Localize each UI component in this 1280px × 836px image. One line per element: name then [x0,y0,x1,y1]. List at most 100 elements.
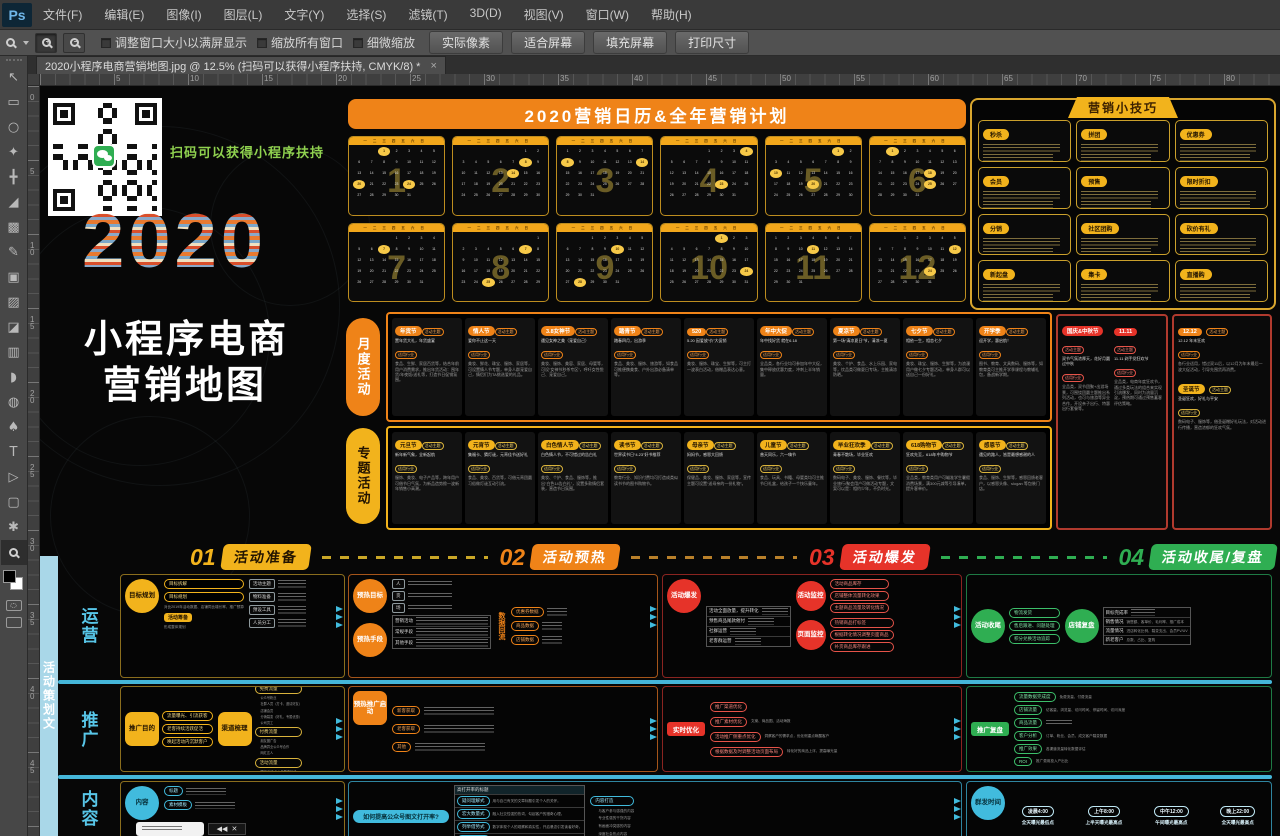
screen-mode-icon[interactable] [6,617,22,628]
hand-tool[interactable]: ✱ [1,515,27,540]
content-node: 内容 [125,786,159,820]
tool-preset-caret-icon[interactable] [23,41,29,45]
warm-means-node: 预热手段 [353,623,387,657]
scan-caption: 扫码可以获得小程序扶持 [170,142,324,161]
menu-item[interactable]: 图层(L) [213,0,274,29]
option-button[interactable]: 填充屏幕 [593,31,667,54]
promo-review-node: 推广复盘 [971,722,1009,736]
lasso-icon: ○ [8,121,19,134]
checkbox-icon[interactable] [257,38,267,48]
marquee-tool[interactable]: ▭ [1,90,27,115]
calendar-month: 一二三四五六日112345678910111213141516171819202… [348,136,445,216]
quick-mask-icon[interactable] [6,600,22,611]
weekday-header: 一二三四五六日 [766,137,861,145]
photoshop-window: Ps 文件(F)编辑(E)图像(I)图层(L)文字(Y)选择(S)滤镜(T)3D… [0,0,1280,836]
festival-card: 情人节活动主题爱你不止这一天适用行业美妆、鲜花、珠宝、服饰、家居等，可设置情人节… [465,318,535,416]
menu-item[interactable]: 图像(I) [155,0,212,29]
option-checkbox[interactable]: 缩放所有窗口 [257,34,343,51]
menu-item[interactable]: 滤镜(T) [397,0,458,29]
document-tab[interactable]: 2020小程序电商营销地图.jpg @ 12.5% (扫码可以获得小程序扶持, … [36,56,446,74]
menu-item[interactable]: 选择(S) [335,0,397,29]
crop-tool[interactable]: ╋ [1,165,27,190]
festival-card: 踏青节活动主题踏春四月，出游季适用行业食品、美妆、服饰、旅游等，如食品可推便携美… [611,318,681,416]
history-brush-tool[interactable]: ▨ [1,290,27,315]
phase-02: 02活动预热 [500,544,620,571]
prep-box: 预设工具 [249,605,275,615]
photoshop-logo-icon: Ps [2,3,32,27]
menu-bar: Ps 文件(F)编辑(E)图像(I)图层(L)文字(Y)选择(S)滤镜(T)3D… [0,0,1280,30]
weekday-header: 一二三四五六日 [453,224,548,232]
flow-arrows-icon [336,606,343,628]
path-selection-icon: ▷ [9,471,19,484]
option-button[interactable]: 打印尺寸 [675,31,749,54]
tips-panel: 营销小技巧 秒杀拼团优惠券会员预售限时折扣分销社区团购砍价有礼新起盘集卡直播购 [970,98,1276,310]
option-button[interactable]: 实际像素 [429,31,503,54]
weekday-header: 一二三四五六日 [766,224,861,232]
tip-card: 限时折扣 [1175,167,1268,209]
panel-grip-icon[interactable] [6,59,22,63]
menu-item[interactable]: 文字(Y) [273,0,335,29]
menu-item[interactable]: 帮助(H) [640,0,703,29]
eraser-icon: ◪ [7,321,19,334]
tip-card: 砍价有礼 [1175,214,1268,256]
eyedropper-tool[interactable]: ◢ [1,190,27,215]
calendar-month: 一二三四五六日712345678910111213141516171819202… [348,223,445,303]
move-tool[interactable]: ↖ [1,65,27,90]
brush-tool[interactable]: ✎ [1,240,27,265]
menu-item[interactable]: 文件(F) [32,0,93,29]
phase-badge: 活动预热 [529,544,621,570]
card-title: 国庆&中秋节 [1062,326,1103,336]
color-swatches[interactable] [1,568,27,594]
zoom-out-button[interactable]: − [63,33,85,53]
card-title: 开学季 [979,326,1006,336]
menu-item[interactable]: 窗口(W) [575,0,640,29]
path-selection-tool[interactable]: ▷ [1,465,27,490]
december-highlight-box: 12.12 活动主题 12.12 年末狂欢 适用行业 各行业适用，错过双11后，… [1172,314,1272,530]
gradient-tool[interactable]: ▥ [1,340,27,365]
dodge-tool[interactable]: ◍ [1,390,27,415]
monthly-band-label: 月度活动 [346,318,380,416]
tip-card: 秒杀 [978,120,1071,162]
festival-card: 元旦节活动主题新年新气象，全新起航适用行业服饰、美妆、电子产品等，跨年用户可借节… [392,432,462,524]
special-band: 元旦节活动主题新年新气象，全新起航适用行业服饰、美妆、电子产品等，跨年用户可借节… [386,426,1052,530]
shape-tool[interactable]: ▢ [1,490,27,515]
healing-brush-tool[interactable]: ▩ [1,215,27,240]
tip-label: 直播购 [1180,269,1212,280]
goal-pill: 目标拆解 [164,579,244,589]
menu-item[interactable]: 编辑(E) [93,0,155,29]
type-tool[interactable]: T [1,440,27,465]
ops-review-cell: 活动收尾物流发货售后跟进、问题处理积分兑换活动追踪店铺复盘目标完成率销售情况销售… [966,574,1272,678]
zoom-in-button[interactable]: + [35,33,57,53]
tip-card: 优惠券 [1175,120,1268,162]
tips-grid: 秒杀拼团优惠券会员预售限时折扣分销社区团购砍价有礼新起盘集卡直播购 [978,120,1268,302]
option-checkbox[interactable]: 细微缩放 [353,34,415,51]
partial-controls: ◀◀✕ [208,823,246,835]
menu-item[interactable]: 3D(D) [459,0,513,29]
lasso-tool[interactable]: ○ [1,115,27,140]
card-title: 踏青节 [614,326,641,336]
checkbox-icon[interactable] [101,38,111,48]
tip-label: 预售 [1081,176,1107,187]
checkbox-icon[interactable] [353,38,363,48]
zoom-tool[interactable] [1,540,27,565]
content-timing-cell: 群发时间凌晨4:00全天曝光最低点上午8:00上半天曝光最高点中午12:00午间… [966,781,1272,836]
quick-selection-icon: ✦ [8,146,19,159]
tip-card: 分销 [978,214,1071,256]
tab-close-icon[interactable]: × [430,60,436,72]
eraser-tool[interactable]: ◪ [1,315,27,340]
quick-selection-tool[interactable]: ✦ [1,140,27,165]
page-monitor-node: 页面监控 [796,620,826,650]
option-button[interactable]: 适合屏幕 [511,31,585,54]
flow-arrows-icon [954,606,961,628]
tip-label: 拼团 [1081,129,1107,140]
q4-highlight-box: 国庆&中秋节 活动主题 双节气氛浓厚天，花好月圆过中秋 适用行业 全品类，双节团… [1056,314,1168,530]
zoom-icon [9,548,18,557]
option-checkbox[interactable]: 调整窗口大小以满屏显示 [101,34,247,51]
reflow-label: 数据回流 [496,612,506,640]
clone-stamp-tool[interactable]: ▣ [1,265,27,290]
pen-tool[interactable]: ♠ [1,415,27,440]
foreground-color-swatch[interactable] [3,570,16,583]
blur-tool[interactable]: ◗ [1,365,27,390]
weekday-header: 一二三四五六日 [870,137,965,145]
menu-item[interactable]: 视图(V) [513,0,575,29]
